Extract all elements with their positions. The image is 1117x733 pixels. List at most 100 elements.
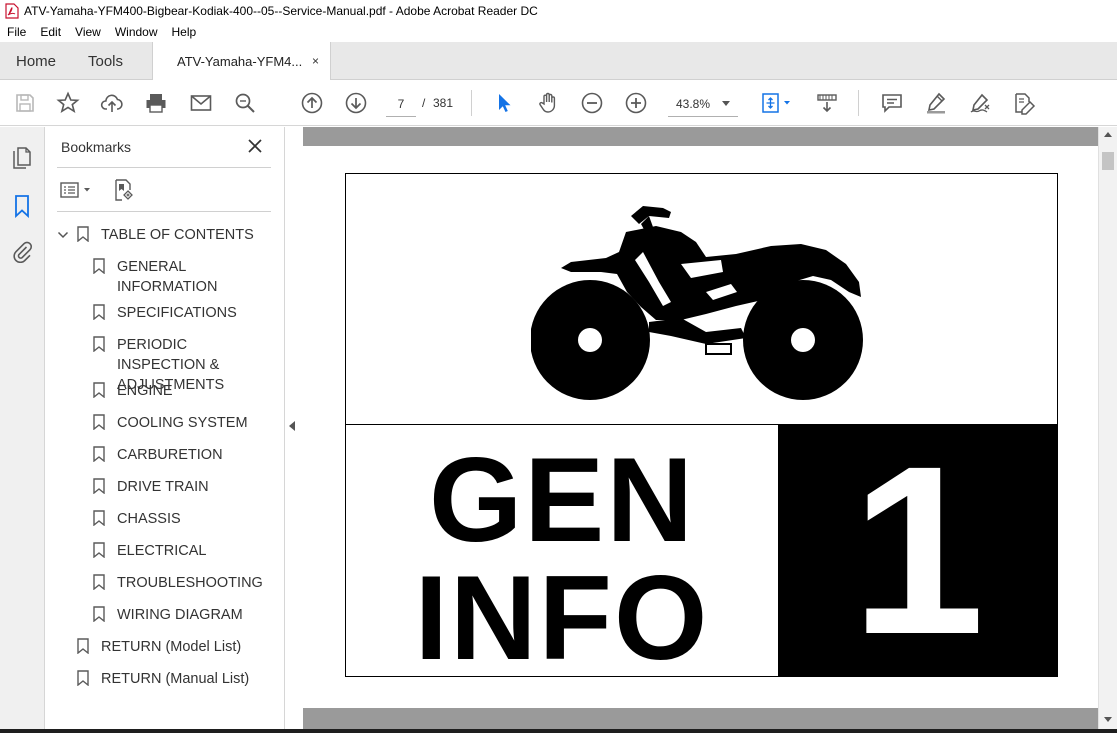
page-fit-button[interactable] — [760, 90, 794, 116]
menu-bar: File Edit View Window Help — [0, 22, 1117, 42]
bookmark-return-model-list[interactable]: RETURN (Model List) — [77, 637, 241, 657]
bookmark-star-button[interactable] — [55, 90, 81, 116]
email-button[interactable] — [188, 90, 214, 116]
envelope-icon — [190, 95, 212, 111]
highlight-button[interactable] — [923, 90, 949, 116]
chevron-down-icon — [722, 101, 730, 106]
tab-close-icon[interactable]: × — [312, 54, 324, 68]
bookmark-label: ENGINE — [117, 383, 173, 399]
bookmark-icon — [93, 304, 105, 320]
bookmark-specifications[interactable]: SPECIFICATIONS — [93, 303, 278, 323]
bookmark-chassis[interactable]: CHASSIS — [93, 509, 278, 529]
bookmark-electrical[interactable]: ELECTRICAL — [93, 541, 278, 561]
fill-sign-button[interactable] — [967, 90, 993, 116]
attachments-button[interactable] — [10, 239, 34, 263]
close-icon[interactable] — [247, 138, 263, 154]
bookmark-wiring-diagram[interactable]: WIRING DIAGRAM — [93, 605, 278, 625]
bookmark-icon — [77, 670, 89, 686]
zoom-level-value: 43.8% — [676, 96, 711, 111]
total-pages: 381 — [433, 96, 454, 110]
chevron-down-icon[interactable] — [57, 229, 69, 241]
list-options-icon — [60, 182, 90, 198]
select-tool-button[interactable] — [491, 90, 517, 116]
vertical-scrollbar[interactable] — [1098, 127, 1117, 733]
next-page-button[interactable] — [343, 90, 369, 116]
bookmark-drive-train[interactable]: DRIVE TRAIN — [93, 477, 278, 497]
navigation-rail — [0, 127, 45, 733]
menu-edit[interactable]: Edit — [33, 25, 68, 39]
search-icon — [235, 93, 255, 113]
scroll-mode-icon — [817, 94, 837, 113]
bookmark-label: TROUBLESHOOTING — [117, 575, 263, 591]
atv-silhouette-icon — [531, 206, 863, 400]
bookmark-icon — [93, 606, 105, 622]
zoom-in-button[interactable] — [623, 90, 649, 116]
menu-help[interactable]: Help — [165, 25, 204, 39]
menu-window[interactable]: Window — [108, 25, 165, 39]
save-button[interactable] — [12, 90, 38, 116]
collapse-panel-handle[interactable] — [289, 421, 295, 431]
menu-view[interactable]: View — [68, 25, 108, 39]
bookmark-label: SPECIFICATIONS — [117, 305, 237, 321]
chapter-title-text: GEN INFO — [346, 425, 778, 685]
bookmark-icon — [93, 414, 105, 430]
page-number-input[interactable] — [386, 91, 416, 117]
bookmark-icon — [93, 382, 105, 398]
previous-page-button[interactable] — [299, 90, 325, 116]
fit-page-icon — [762, 93, 790, 113]
minus-circle-icon — [581, 92, 603, 114]
hand-icon — [539, 92, 556, 113]
bookmark-table-of-contents[interactable]: TABLE OF CONTENTS — [77, 225, 254, 245]
bookmark-label: WIRING DIAGRAM — [117, 607, 243, 623]
bookmark-label: ELECTRICAL — [117, 543, 207, 559]
edit-pdf-button[interactable] — [1011, 90, 1037, 116]
bookmark-icon — [93, 510, 105, 526]
bookmark-icon — [93, 542, 105, 558]
tab-tools[interactable]: Tools — [88, 42, 123, 80]
page-thumbnails-icon — [13, 147, 31, 169]
paperclip-icon — [13, 241, 33, 263]
chapter-number: 1 — [851, 416, 985, 684]
tab-home[interactable]: Home — [16, 42, 56, 80]
new-bookmark-button[interactable] — [113, 178, 135, 202]
page-thumbnails-button[interactable] — [10, 147, 34, 171]
taskbar-edge — [0, 729, 1117, 733]
comment-button[interactable] — [879, 90, 905, 116]
bookmark-return-manual-list[interactable]: RETURN (Manual List) — [77, 669, 249, 689]
bookmark-icon — [93, 258, 105, 274]
zoom-out-button[interactable] — [579, 90, 605, 116]
tab-document[interactable]: ATV-Yamaha-YFM4... × — [152, 42, 331, 81]
save-icon — [16, 94, 34, 112]
chapter-title-line-2: INFO — [414, 551, 710, 685]
bookmarks-panel: Bookmarks TABLE OF CONTENTS GENERAL INFO… — [45, 127, 285, 733]
scroll-up-icon[interactable] — [1104, 132, 1112, 137]
scroll-mode-button[interactable] — [814, 90, 840, 116]
upload-button[interactable] — [99, 90, 125, 116]
bookmark-options-button[interactable] — [59, 179, 97, 201]
sign-pen-icon — [970, 93, 990, 113]
bookmark-engine[interactable]: ENGINE — [93, 381, 278, 401]
bookmark-label: RETURN (Manual List) — [101, 671, 250, 687]
bookmarks-panel-button[interactable] — [10, 194, 34, 218]
bookmark-label: DRIVE TRAIN — [117, 479, 209, 495]
menu-file[interactable]: File — [0, 25, 33, 39]
bookmark-icon — [93, 478, 105, 494]
bookmark-carburetion[interactable]: CARBURETION — [93, 445, 278, 465]
comment-icon — [882, 94, 902, 113]
find-button[interactable] — [232, 90, 258, 116]
print-button[interactable] — [143, 90, 169, 116]
hand-tool-button[interactable] — [535, 90, 561, 116]
scrollbar-thumb[interactable] — [1102, 152, 1114, 170]
bookmark-label: COOLING SYSTEM — [117, 415, 248, 431]
star-icon — [56, 91, 80, 114]
zoom-level-dropdown[interactable]: 43.8% — [668, 91, 738, 117]
bookmark-label: CARBURETION — [117, 447, 223, 463]
bookmark-troubleshooting[interactable]: TROUBLESHOOTING — [93, 573, 278, 593]
toolbar — [0, 80, 1117, 126]
chapter-title-frame: GEN INFO 1 — [345, 173, 1058, 685]
scroll-down-icon[interactable] — [1104, 717, 1112, 722]
bookmark-cooling-system[interactable]: COOLING SYSTEM — [93, 413, 278, 433]
document-view[interactable]: GEN INFO 1 — [303, 127, 1098, 733]
bookmark-general-information[interactable]: GENERAL INFORMATION — [93, 257, 278, 297]
title-bar: ATV-Yamaha-YFM400-Bigbear-Kodiak-400--05… — [0, 0, 1117, 22]
